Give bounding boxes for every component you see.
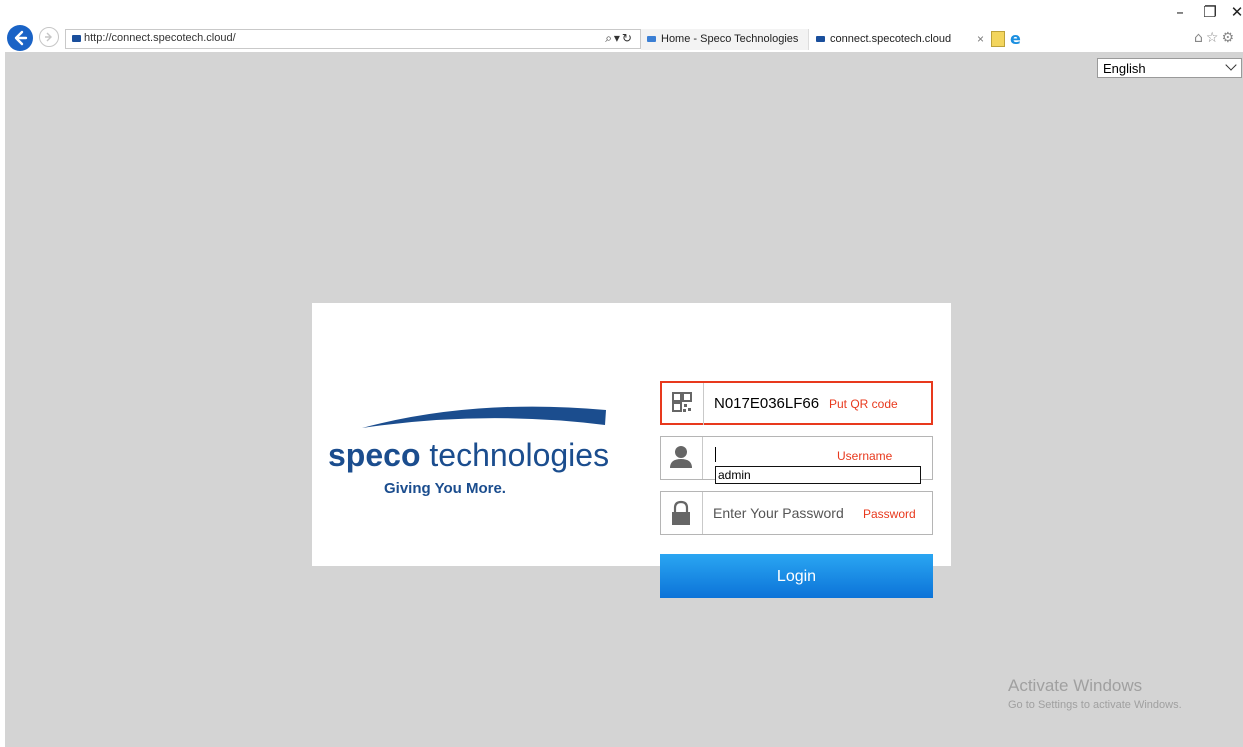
logo-wordmark: speco technologies (328, 437, 609, 473)
tab-close-icon[interactable]: × (977, 29, 984, 49)
username-field[interactable]: Username admin (660, 436, 933, 484)
watermark-title: Activate Windows (1008, 676, 1143, 695)
language-value: English (1103, 61, 1146, 76)
forward-arrow-icon (45, 32, 52, 42)
back-button[interactable] (7, 25, 33, 51)
logo-brand-bold: speco (328, 437, 420, 473)
address-url[interactable]: http://connect.specotech.cloud/ (84, 32, 236, 44)
back-arrow-icon (14, 30, 28, 46)
tab-favicon-icon (647, 36, 656, 42)
restore-icon[interactable]: ❐ (1196, 2, 1224, 22)
minimize-icon[interactable]: – (1166, 2, 1194, 22)
activate-windows-watermark: Activate Windows Go to Settings to activ… (1008, 676, 1182, 711)
tab-connect-specotech[interactable]: connect.specotech.cloud × (810, 29, 990, 50)
username-input[interactable]: admin (715, 466, 921, 484)
tab-label: connect.specotech.cloud (830, 33, 952, 45)
username-note: Username (837, 449, 893, 463)
user-icon-cell (661, 437, 703, 479)
qr-code-icon (672, 392, 692, 412)
password-placeholder[interactable]: Enter Your Password (713, 505, 844, 521)
user-icon (670, 446, 692, 468)
tab-favicon-icon (816, 36, 825, 42)
login-button[interactable]: Login (660, 554, 933, 598)
device-id-value[interactable]: N017E036LF66 (714, 395, 819, 412)
page-content: English speco technologies Giving You Mo… (5, 52, 1243, 747)
login-card: speco technologies Giving You More. N017… (312, 303, 951, 598)
password-field[interactable]: Enter Your Password Password (660, 491, 933, 535)
address-bar[interactable]: http://connect.specotech.cloud/ ⌕▾↻ (65, 29, 641, 49)
ie-logo-icon[interactable]: e (1010, 29, 1021, 48)
logo-tagline: Giving You More. (384, 480, 506, 497)
watermark-subtitle: Go to Settings to activate Windows. (1008, 699, 1182, 711)
forward-button[interactable] (39, 27, 59, 47)
logo-swoosh (362, 406, 606, 428)
search-refresh-icons[interactable]: ⌕▾↻ (605, 31, 634, 46)
site-favicon-icon (72, 35, 81, 42)
chevron-down-icon (1225, 59, 1237, 71)
speco-logo: speco technologies Giving You More. (324, 398, 609, 508)
qr-icon-cell[interactable] (662, 383, 704, 425)
lock-icon (672, 500, 690, 525)
text-cursor (715, 447, 716, 462)
tab-label: Home - Speco Technologies (661, 33, 799, 45)
browser-chrome: – ❐ ✕ http://connect.specotech.cloud/ ⌕▾… (0, 0, 1243, 52)
new-tab-icon[interactable] (991, 31, 1005, 47)
password-note: Password (863, 507, 916, 521)
tab-home-speco[interactable]: Home - Speco Technologies (641, 29, 809, 50)
logo-brand-rest: technologies (420, 437, 609, 473)
close-icon[interactable]: ✕ (1223, 2, 1243, 22)
lock-icon-cell (661, 492, 703, 534)
language-select[interactable]: English (1097, 58, 1242, 78)
home-star-gear-icons[interactable]: ⌂☆⚙ (1194, 30, 1237, 46)
qr-code-field[interactable]: N017E036LF66 Put QR code (660, 381, 933, 425)
qr-note: Put QR code (829, 397, 898, 411)
